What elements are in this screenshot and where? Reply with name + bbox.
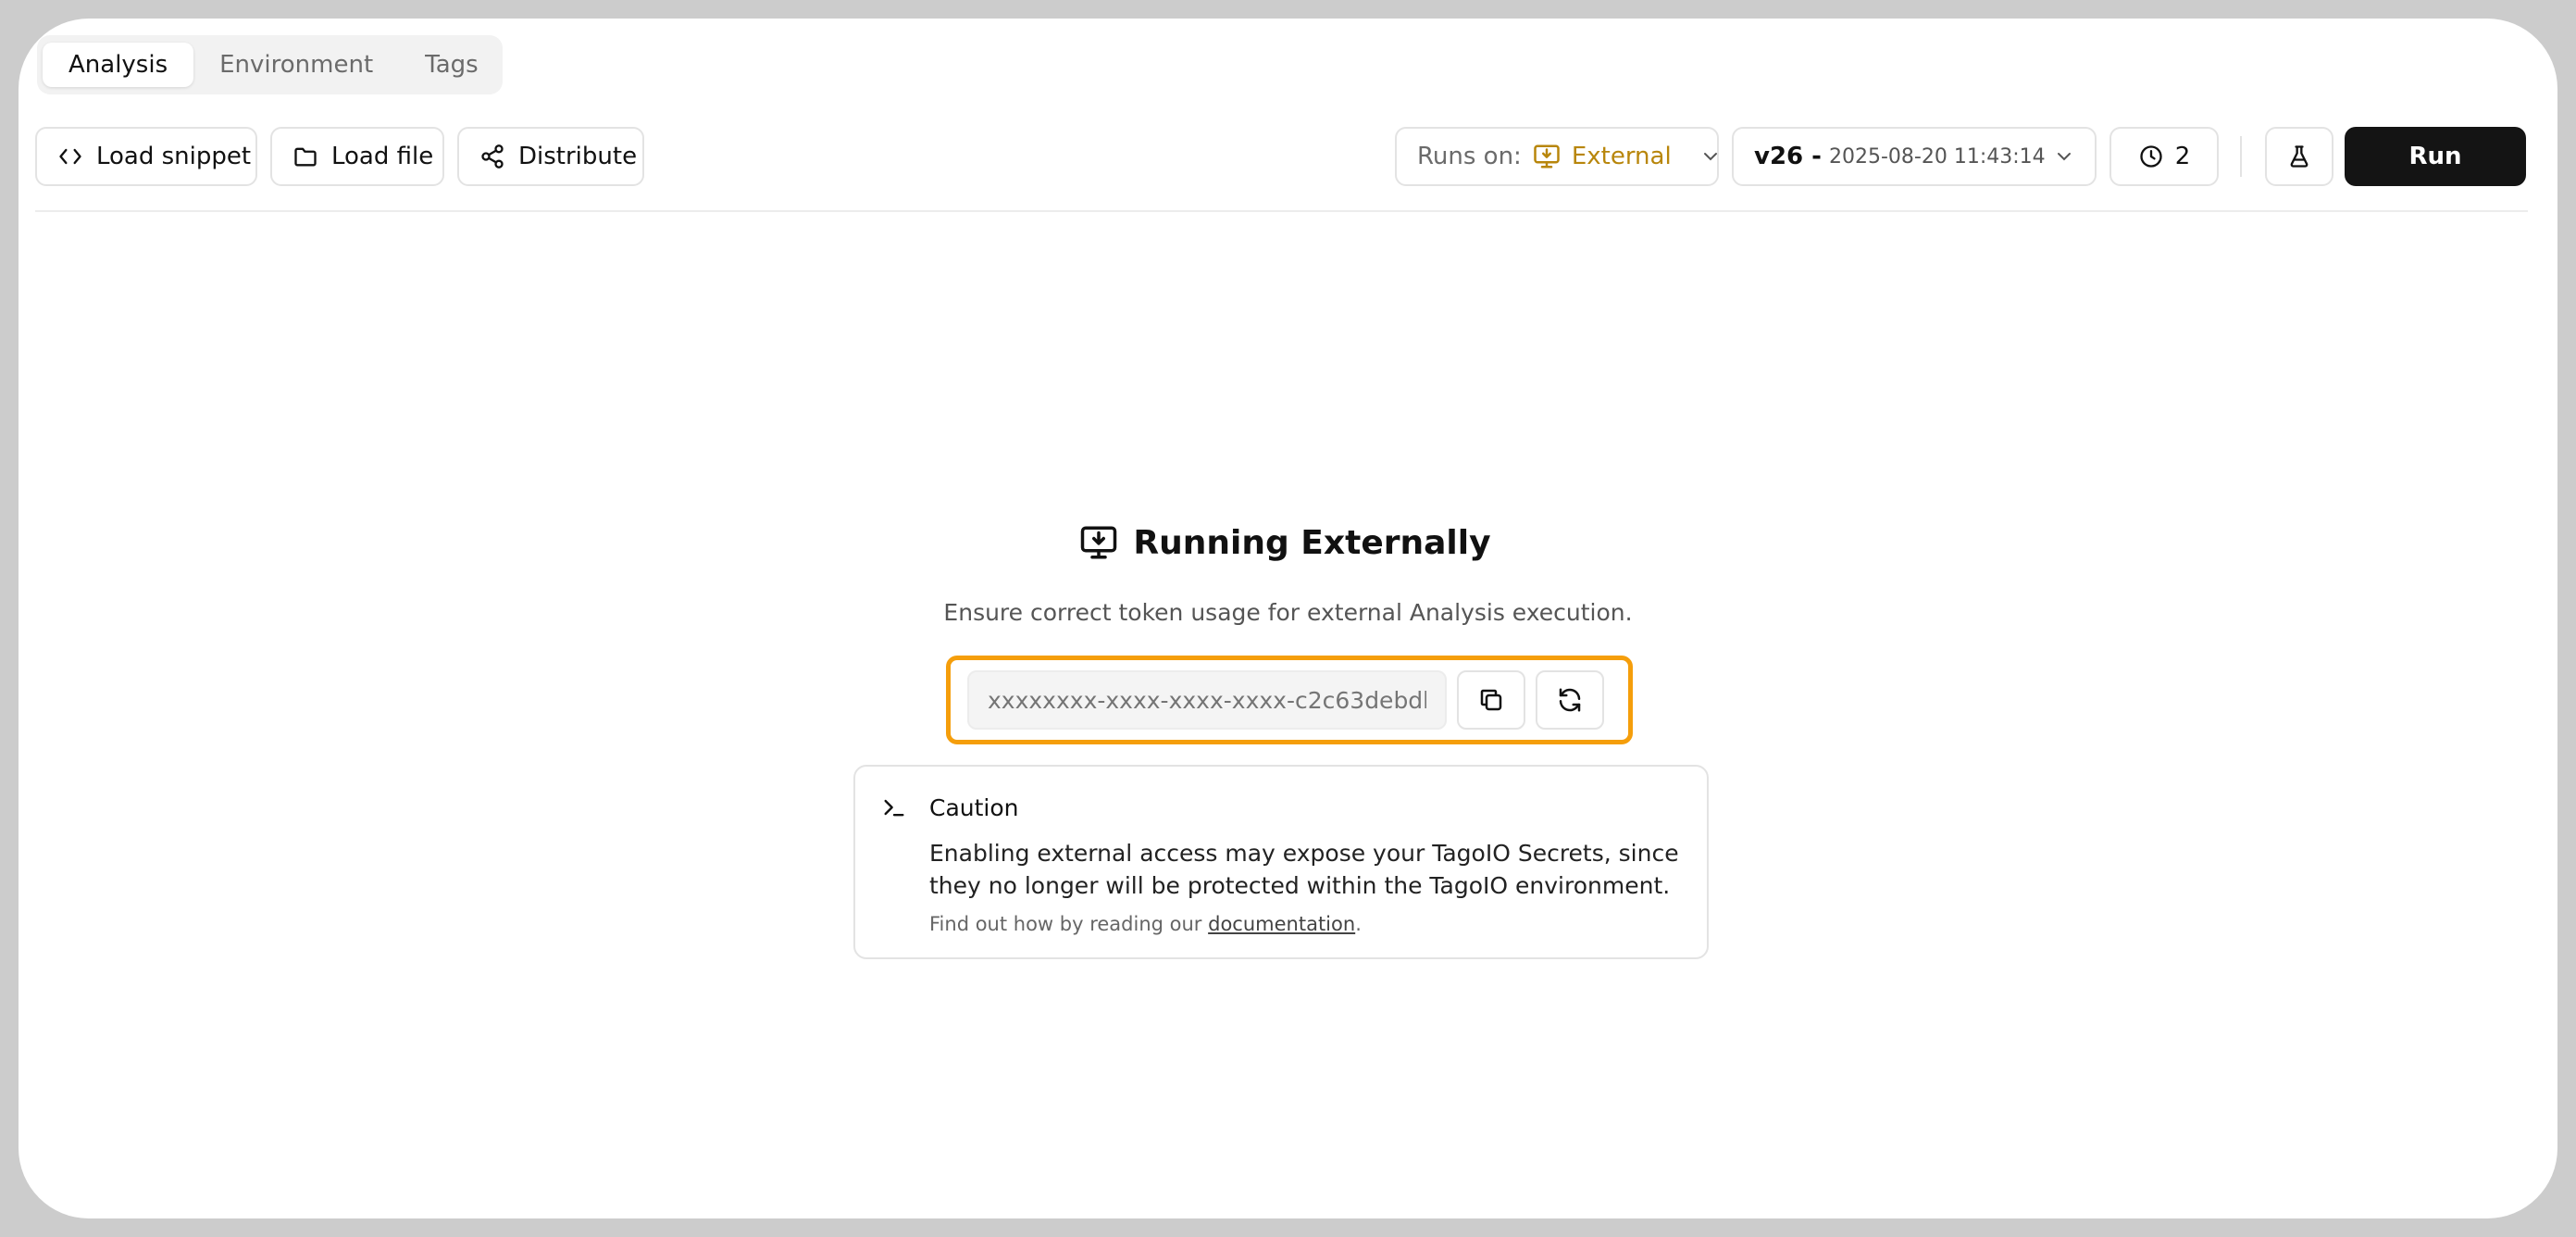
runs-on-label: Runs on: — [1417, 143, 1522, 170]
caution-panel: Caution Enabling external access may exp… — [853, 765, 1709, 959]
terminal-icon — [884, 799, 904, 817]
folder-icon — [294, 147, 317, 167]
caution-foot-prefix: Find out how by reading our — [929, 913, 1209, 935]
load-snippet-button[interactable]: Load snippet — [35, 127, 257, 186]
tab-environment[interactable]: Environment — [193, 43, 399, 87]
load-file-button[interactable]: Load file — [270, 127, 444, 186]
version-number: v26 - — [1754, 143, 1822, 170]
load-snippet-label: Load snippet — [96, 143, 252, 170]
copy-token-button[interactable] — [1457, 670, 1525, 730]
runs-on-value: External — [1571, 143, 1672, 170]
runs-on-select[interactable]: Runs on: External — [1395, 127, 1719, 186]
token-highlight — [946, 656, 1633, 744]
token-input[interactable] — [967, 670, 1447, 730]
monitor-download-icon — [1081, 526, 1117, 559]
caution-body: Enabling external access may expose your… — [929, 840, 1679, 899]
flask-icon — [2290, 145, 2308, 168]
caution-footnote: Find out how by reading our documentatio… — [929, 913, 1362, 935]
external-header: Running Externally — [19, 523, 2557, 562]
documentation-link[interactable]: documentation — [1208, 913, 1355, 935]
code-icon — [59, 148, 81, 165]
caution-foot-suffix: . — [1355, 913, 1362, 935]
page-title: Running Externally — [1133, 523, 1491, 562]
chevron-down-icon — [1703, 153, 1717, 161]
toolbar-divider — [2240, 136, 2242, 177]
test-button[interactable] — [2265, 127, 2333, 186]
toolbar-separator — [35, 210, 2528, 212]
load-file-label: Load file — [331, 143, 434, 170]
history-button[interactable]: 2 — [2109, 127, 2219, 186]
version-select[interactable]: v26 - 2025-08-20 11:43:14 — [1732, 127, 2097, 186]
distribute-button[interactable]: Distribute — [457, 127, 644, 186]
run-button[interactable]: Run — [2345, 127, 2526, 186]
version-date: 2025-08-20 11:43:14 — [1828, 144, 2046, 169]
caution-title: Caution — [929, 794, 1019, 821]
chevron-down-icon — [2057, 153, 2071, 161]
tab-tags[interactable]: Tags — [399, 43, 504, 87]
distribute-label: Distribute — [518, 143, 638, 170]
history-count: 2 — [2174, 143, 2191, 170]
page-subtitle: Ensure correct token usage for external … — [943, 599, 1633, 626]
monitor-download-icon — [1534, 144, 1560, 169]
clock-icon — [2140, 145, 2162, 168]
tab-bar: Analysis Environment Tags — [37, 35, 503, 94]
tab-analysis[interactable]: Analysis — [43, 43, 194, 87]
refresh-token-button[interactable] — [1536, 670, 1604, 730]
app-window: Analysis Environment Tags Load snippet L… — [19, 19, 2557, 1218]
share-icon — [481, 144, 504, 169]
copy-icon — [1480, 689, 1502, 711]
refresh-icon — [1559, 688, 1581, 712]
